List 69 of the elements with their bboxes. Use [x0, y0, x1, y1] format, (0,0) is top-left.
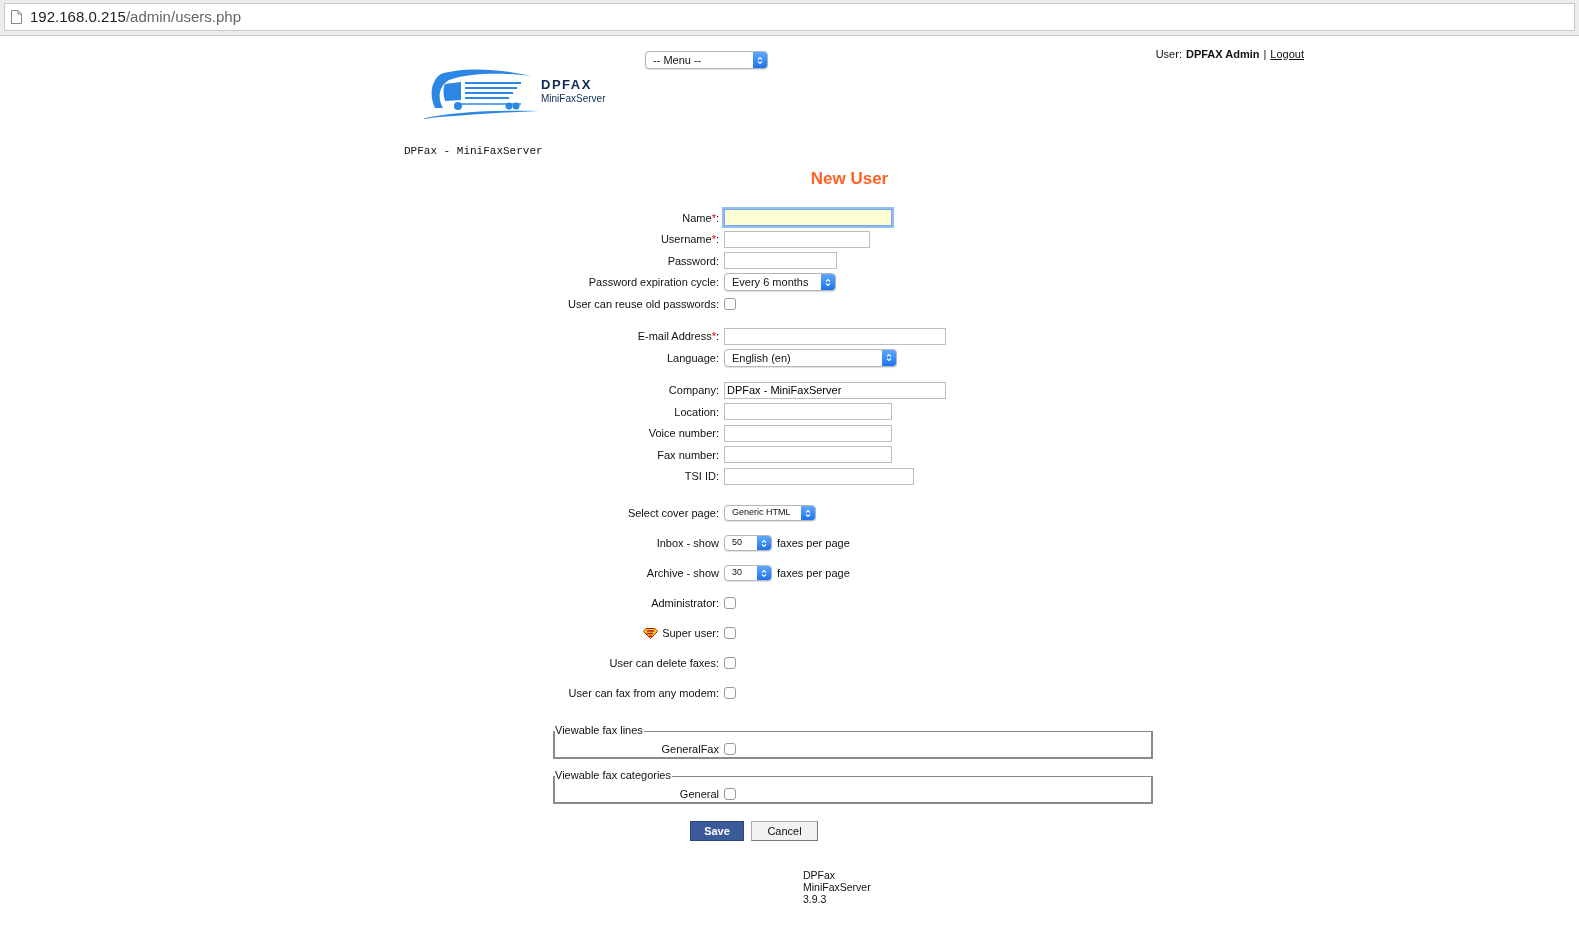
text-field[interactable]: [724, 327, 946, 345]
site-caption: DPFax - MiniFaxServer: [404, 144, 543, 159]
user-name: DPFAX Admin: [1185, 47, 1260, 62]
updown-arrow-icon: [757, 55, 763, 65]
user-label: User:: [1155, 47, 1182, 62]
text-field[interactable]: [724, 467, 914, 485]
updown-arrow-icon: [805, 508, 811, 518]
updown-arrow-icon: [761, 568, 767, 578]
unit-text: faxes per page: [777, 535, 850, 551]
cancel-button[interactable]: Cancel: [751, 821, 818, 841]
logo-subtitle: MiniFaxServer: [541, 92, 606, 106]
dropdown[interactable]: Generic HTML: [724, 505, 816, 521]
checkbox[interactable]: [724, 657, 736, 669]
page-heading: New User: [810, 167, 889, 190]
menu-dropdown[interactable]: -- Menu --: [645, 51, 768, 69]
unit-text: faxes per page: [777, 565, 850, 581]
checkbox[interactable]: [724, 687, 736, 699]
dropdown[interactable]: English (en): [724, 348, 897, 367]
updown-arrow-icon: [886, 353, 892, 363]
field-label: Location:: [674, 404, 719, 420]
footer-text: 3.9.3: [803, 893, 827, 905]
footer-text: MiniFaxServer: [803, 881, 871, 893]
checkbox[interactable]: [724, 743, 736, 756]
save-button[interactable]: Save: [690, 821, 744, 841]
field-label: Username*:: [660, 232, 719, 247]
address-url[interactable]: 192.168.0.215/admin/users.php: [30, 5, 241, 29]
field-label: Password expiration cycle:: [588, 275, 719, 290]
field-label: Fax number:: [657, 447, 719, 463]
page-icon: [11, 10, 22, 24]
checkbox-label: General: [679, 787, 719, 802]
footer-text: DPFax: [803, 869, 836, 881]
field-label: Language:: [667, 350, 719, 366]
checkbox[interactable]: [724, 597, 736, 609]
field-label: Select cover page:: [627, 505, 719, 521]
field-label: Name*:: [682, 210, 719, 226]
field-label: Administrator:: [651, 595, 719, 611]
logo-title: DPFAX: [541, 78, 592, 92]
text-field[interactable]: [724, 209, 892, 227]
text-field[interactable]: [724, 403, 892, 421]
checkbox[interactable]: [724, 297, 736, 310]
fieldset-legend: Viewable fax categories: [555, 769, 672, 782]
text-field[interactable]: [724, 424, 892, 442]
field-label: Voice number:: [648, 426, 719, 441]
field-label: Inbox - show: [656, 535, 719, 551]
updown-arrow-icon: [825, 277, 831, 287]
text-field[interactable]: [724, 230, 870, 248]
field-label: Archive - show: [646, 565, 719, 581]
text-field[interactable]: [724, 252, 837, 270]
dropdown[interactable]: Every 6 months: [724, 273, 836, 292]
dropdown[interactable]: 50: [724, 535, 772, 551]
field-label: User can reuse old passwords:: [568, 296, 719, 312]
checkbox[interactable]: [724, 627, 736, 639]
logout-link[interactable]: Logout: [1270, 46, 1304, 63]
checkbox[interactable]: [724, 788, 736, 801]
field-label: User can delete faxes:: [609, 655, 719, 671]
text-field[interactable]: [724, 446, 892, 464]
field-label: Super user:: [643, 624, 719, 642]
text-field[interactable]: DPFax - MiniFaxServer: [724, 381, 946, 399]
field-label: TSI ID:: [684, 469, 719, 484]
field-label: Company:: [668, 383, 719, 398]
field-label: User can fax from any modem:: [568, 685, 719, 701]
dropdown[interactable]: 30: [724, 565, 772, 581]
fieldset-legend: Viewable fax lines: [555, 724, 644, 737]
updown-arrow-icon: [761, 538, 767, 548]
field-label: Password:: [667, 253, 719, 269]
separator-text: |: [1263, 47, 1267, 62]
shield-icon: [643, 627, 659, 639]
checkbox-label: GeneralFax: [661, 742, 719, 757]
field-label: E-mail Address*:: [637, 329, 719, 344]
